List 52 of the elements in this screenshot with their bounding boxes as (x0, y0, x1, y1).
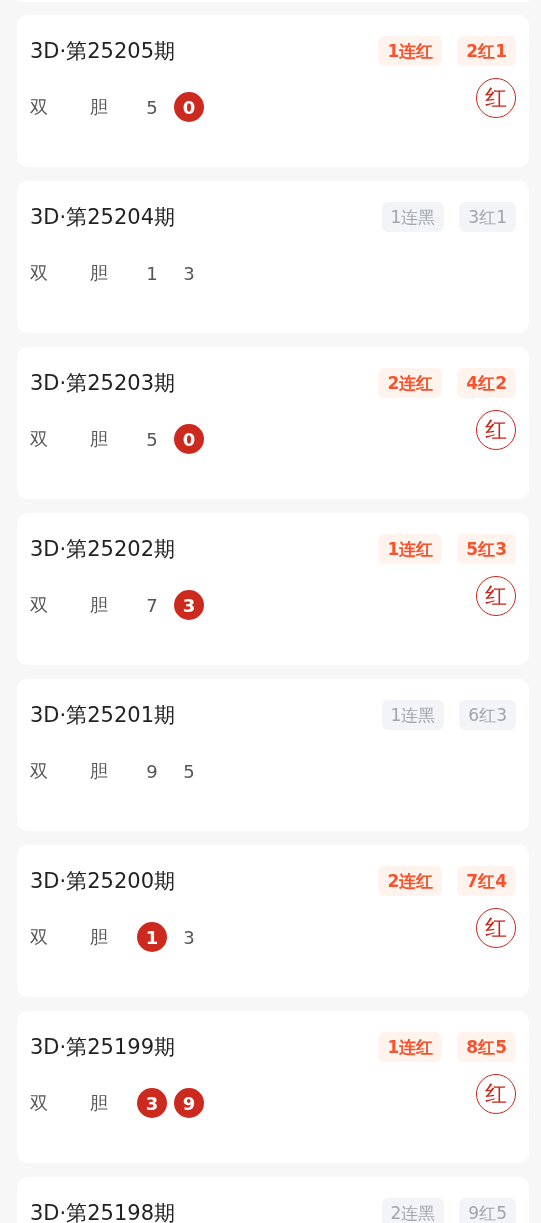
streak-tag: 1连黑 (381, 202, 445, 232)
draw-title: 3D·第25199期 (30, 1034, 175, 1061)
streak-tag: 8红5 (457, 1032, 516, 1062)
pick-label: 胆 (90, 925, 109, 949)
pick-number: 3 (182, 261, 196, 286)
pick-number: 5 (145, 427, 159, 452)
draw-title: 3D·第25202期 (30, 536, 175, 563)
streak-tag: 4红2 (457, 368, 516, 398)
streak-tag: 7红4 (457, 866, 516, 896)
streak-tag: 2连红 (378, 866, 443, 896)
pick-label: 双 (30, 759, 49, 783)
pick-label: 胆 (90, 95, 109, 119)
draw-title: 3D·第25201期 (30, 702, 175, 729)
pick-label: 胆 (90, 427, 109, 451)
pick-number: 5 (145, 95, 159, 120)
pick-number: 0 (174, 424, 204, 454)
streak-tag: 5红3 (457, 534, 516, 564)
pick-number: 1 (137, 922, 167, 952)
streak-tag: 9红5 (459, 1198, 516, 1223)
draw-title: 3D·第25198期 (30, 1200, 175, 1223)
streak-tag: 1连黑 (381, 700, 445, 730)
streak-tag: 2红1 (457, 36, 516, 66)
streak-tag: 1连红 (378, 1032, 443, 1062)
draw-title: 3D·第25205期 (30, 38, 175, 65)
streak-tag: 6红3 (459, 700, 516, 730)
streak-tag: 3红1 (459, 202, 516, 232)
pick-number: 3 (174, 590, 204, 620)
draw-title: 3D·第25204期 (30, 204, 175, 231)
pick-number: 7 (145, 593, 159, 618)
pick-label: 双 (30, 925, 49, 949)
pick-label: 双 (30, 593, 49, 617)
pick-number: 9 (145, 759, 159, 784)
streak-tag: 2连黑 (381, 1198, 445, 1223)
pick-label: 双 (30, 261, 49, 285)
pick-number: 5 (182, 759, 196, 784)
draw-title: 3D·第25200期 (30, 868, 175, 895)
streak-tag: 1连红 (378, 36, 443, 66)
pick-number: 3 (137, 1088, 167, 1118)
draw-title: 3D·第25203期 (30, 370, 175, 397)
pick-label: 双 (30, 1091, 49, 1115)
pick-number: 9 (174, 1088, 204, 1118)
pick-label: 胆 (90, 261, 109, 285)
pick-number: 3 (182, 925, 196, 950)
pick-number: 1 (145, 261, 159, 286)
pick-label: 胆 (90, 759, 109, 783)
pick-label: 胆 (90, 1091, 109, 1115)
streak-tag: 2连红 (378, 368, 443, 398)
pick-label: 胆 (90, 593, 109, 617)
streak-tag: 1连红 (378, 534, 443, 564)
pick-number: 0 (174, 92, 204, 122)
pick-label: 双 (30, 427, 49, 451)
pick-label: 双 (30, 95, 49, 119)
